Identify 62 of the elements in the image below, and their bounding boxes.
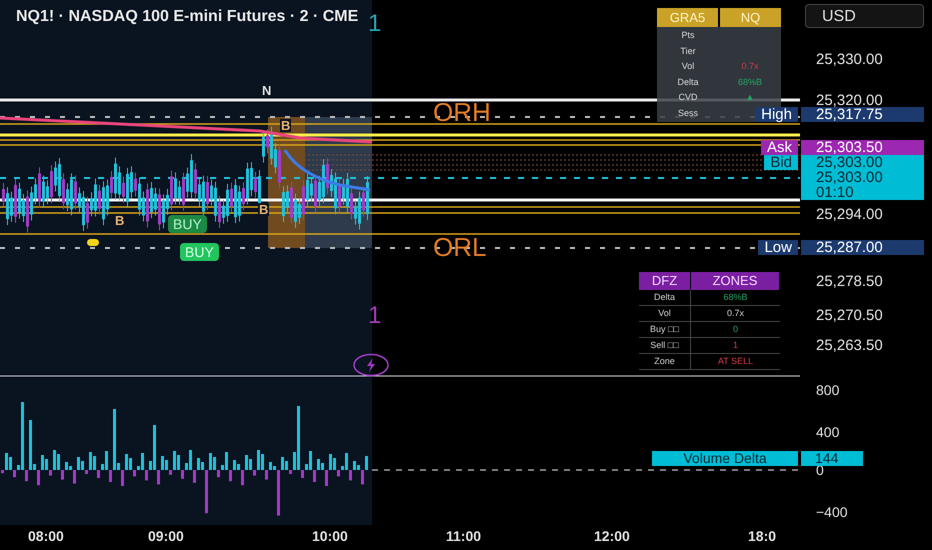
table-cell: 0.7x: [726, 308, 744, 318]
volume-tag: 144: [801, 451, 863, 466]
price-tag-label: High: [755, 107, 798, 122]
table-header: GRA5: [657, 8, 718, 27]
price-tag-label: Low: [758, 240, 798, 255]
period-marker: 1: [368, 9, 382, 39]
time-tick: 09:00: [148, 529, 184, 543]
price-tag: 25,303.00 01:10: [801, 170, 924, 200]
volume-tag-label: Volume Delta: [652, 451, 798, 466]
table-header: ZONES: [691, 272, 780, 290]
time-tick: 10:00: [312, 529, 348, 543]
table-cell-text: Pts: [680, 29, 696, 42]
price-tick: 25,263.50: [816, 338, 883, 353]
table-cell: Buy □□: [639, 322, 691, 338]
chart-marker: N: [261, 84, 272, 97]
table-cell: 68%B: [723, 292, 748, 302]
period-marker: 1: [368, 301, 382, 331]
table-cell: 0: [732, 324, 738, 334]
table-header: NQ: [720, 8, 781, 27]
price-tag-label: Bid: [764, 155, 798, 170]
table-cell: Zone: [639, 354, 691, 370]
currency-button[interactable]: USD: [805, 4, 924, 28]
table-cell-text: 68%B: [736, 76, 764, 88]
table-cell: AT SELL: [718, 356, 754, 366]
price-tick: 25,330.00: [816, 52, 883, 67]
lightning-icon[interactable]: [352, 353, 390, 377]
table-cell: 1: [732, 340, 738, 350]
price-tag: 25,303.50: [801, 140, 924, 155]
time-tick: 11:00: [446, 529, 482, 543]
price-tag: 25,303.00: [801, 155, 924, 170]
table-cell-text: ▲: [744, 91, 756, 104]
volume-tick: −400: [816, 505, 848, 519]
table-cell-text: Tier: [679, 44, 697, 58]
price-tag: 25,317.75: [801, 107, 924, 122]
chart-marker: B: [280, 119, 292, 132]
table-cell: Delta: [639, 290, 691, 306]
price-tick: 25,278.50: [816, 274, 883, 289]
volume-tick: 400: [816, 425, 840, 439]
price-tick: 25,294.00: [816, 207, 883, 222]
chart-marker: B: [258, 203, 270, 216]
table-cell-text: Vol: [680, 60, 696, 73]
chart-marker: B: [114, 214, 126, 227]
table-cell-text: 0.7x: [740, 60, 760, 73]
price-tick: 25,320.00: [816, 93, 883, 108]
time-tick: 12:00: [594, 529, 630, 543]
time-tick: 18:0: [748, 529, 776, 543]
table-header: DFZ: [639, 272, 691, 290]
buy-signal: BUY: [168, 215, 207, 233]
chart-title: NQ1! · NASDAQ 100 E-mini Futures · 2 · CME: [16, 7, 358, 27]
table-cell: Vol: [639, 306, 691, 322]
table-cell-text: CVD: [677, 91, 698, 104]
price-tag-label: Ask: [760, 140, 798, 155]
range-low-label: ORL: [433, 234, 486, 260]
table-cell-text: Sess: [676, 106, 699, 120]
price-tag: 25,287.00: [801, 240, 924, 255]
table-cell-text: Delta: [676, 76, 700, 88]
time-tick: 08:00: [28, 529, 64, 543]
range-high-label: ORH: [433, 99, 491, 125]
table-cell: Sell □□: [639, 338, 691, 354]
volume-tick: 800: [816, 383, 840, 397]
buy-signal: BUY: [180, 243, 219, 261]
price-tick: 25,270.50: [816, 308, 883, 323]
